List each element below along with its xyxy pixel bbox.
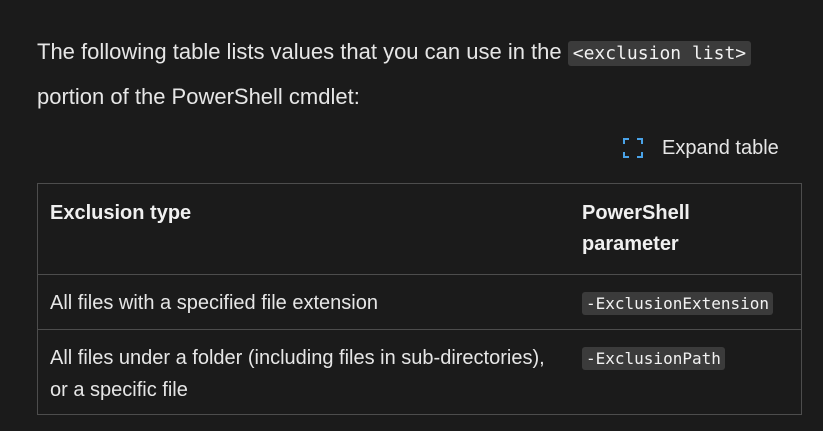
- cell-parameter: -ExclusionExtension: [570, 275, 801, 330]
- expand-table-label: Expand table: [662, 136, 779, 159]
- intro-text-before: The following table lists values that yo…: [37, 39, 568, 64]
- cell-exclusion-type: All files with a specified file extensio…: [50, 292, 378, 314]
- table-row: All files with a specified file extensio…: [38, 275, 801, 330]
- exclusion-table: Exclusion type PowerShell parameter All …: [37, 183, 802, 415]
- cell-exclusion-type: All files under a folder (including file…: [50, 347, 545, 401]
- header-powershell-parameter: PowerShell parameter: [582, 202, 690, 255]
- intro-text-after: portion of the PowerShell cmdlet:: [37, 84, 360, 109]
- expand-icon: [622, 137, 644, 159]
- expand-table-button[interactable]: Expand table: [622, 133, 779, 163]
- exclusion-list-code: <exclusion list>: [567, 41, 752, 66]
- cell-parameter: -ExclusionPath: [570, 330, 801, 418]
- parameter-code: -ExclusionExtension: [582, 292, 774, 315]
- table-row: All files under a folder (including file…: [38, 330, 801, 418]
- parameter-code: -ExclusionPath: [582, 347, 725, 370]
- intro-paragraph: The following table lists values that yo…: [37, 30, 817, 118]
- header-exclusion-type: Exclusion type: [50, 202, 192, 224]
- table-header-row: Exclusion type PowerShell parameter: [38, 184, 801, 275]
